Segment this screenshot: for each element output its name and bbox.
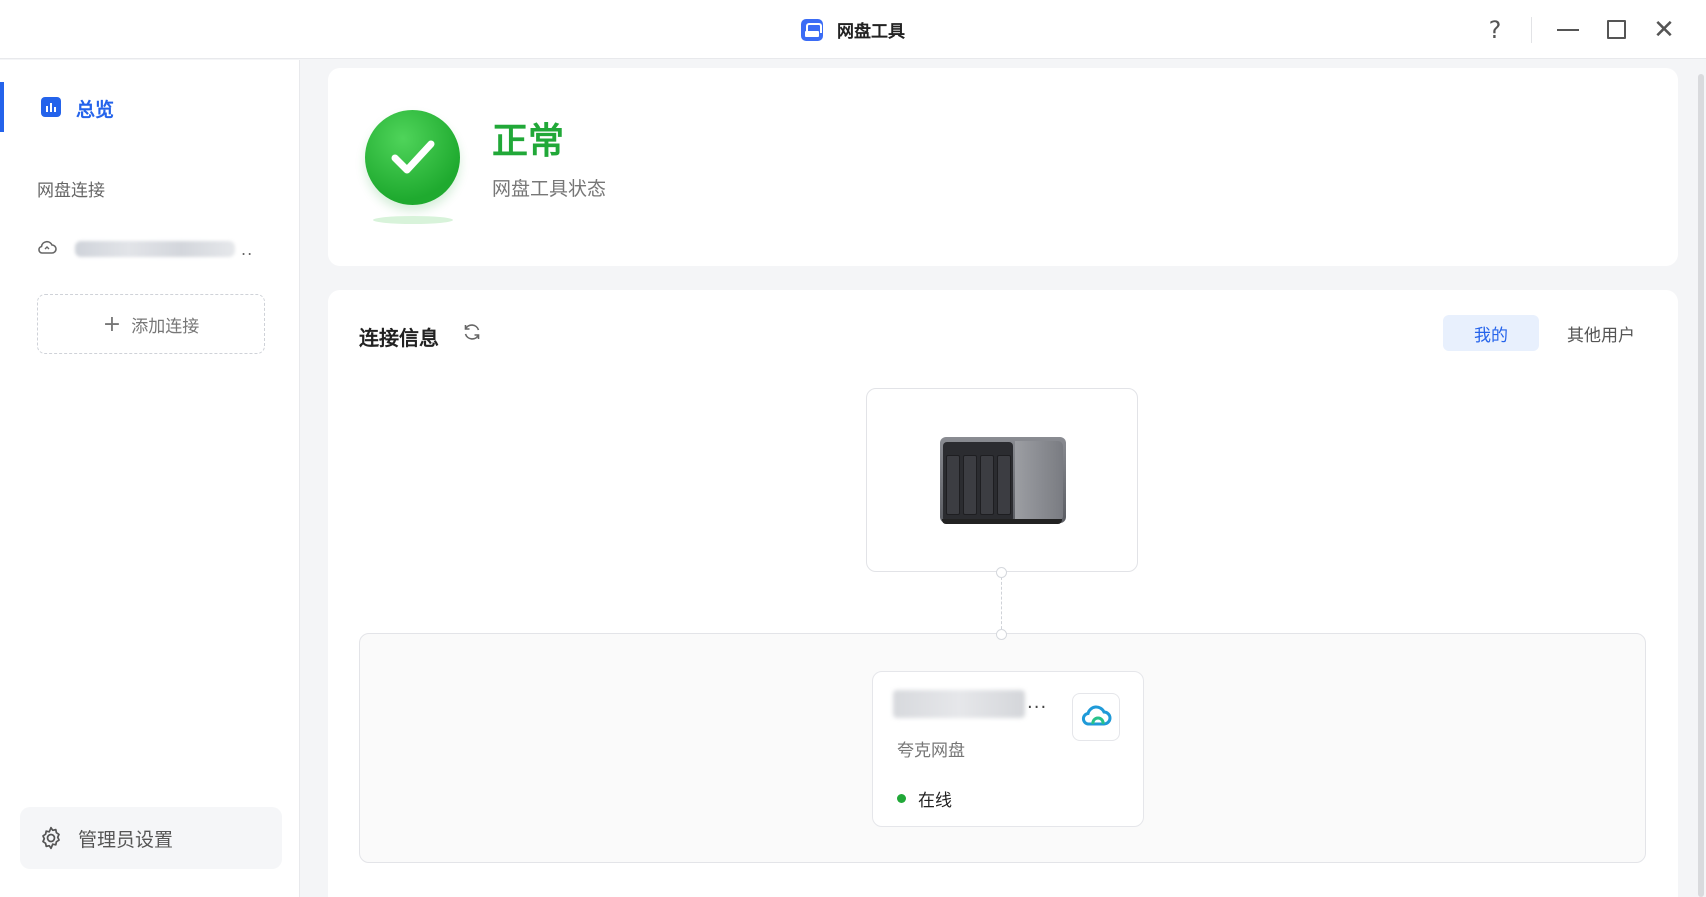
connection-name-redacted (75, 241, 235, 257)
cloud-account-ellipsis: ... (1027, 692, 1048, 713)
cloud-drive-area: ... 夸克网盘 在线 (359, 633, 1646, 863)
close-button[interactable]: ✕ (1644, 0, 1684, 59)
active-indicator (0, 82, 4, 132)
status-title: 正常 (492, 121, 565, 162)
admin-settings-button[interactable]: 管理员设置 (20, 807, 282, 869)
sidebar: 总览 网盘连接 .. + 添加连接 管理员设置 (0, 60, 300, 897)
title-bar: 网盘工具 ? ✕ (0, 0, 1706, 59)
sidebar-item-connection[interactable]: .. (37, 234, 267, 264)
window-title: 网盘工具 (837, 22, 905, 42)
sidebar-item-overview[interactable]: 总览 (0, 82, 300, 132)
connection-info-title: 连接信息 (359, 326, 439, 350)
add-connection-label: 添加连接 (131, 316, 200, 337)
check-shadow (373, 216, 453, 224)
success-check-icon (365, 110, 460, 205)
title-center: 网盘工具 (0, 0, 1706, 59)
nas-device-card (866, 388, 1138, 572)
app-drive-icon (801, 18, 823, 41)
admin-settings-label: 管理员设置 (78, 828, 174, 851)
gear-icon (42, 826, 60, 850)
close-icon: ✕ (1653, 14, 1675, 45)
minimize-icon (1557, 28, 1579, 31)
connection-info-card: 连接信息 我的 其他用户 ... 夸克网盘 在线 (328, 290, 1678, 897)
maximize-button[interactable] (1596, 0, 1636, 59)
status-card: 正常 网盘工具状态 (328, 68, 1678, 266)
help-button[interactable]: ? (1475, 0, 1515, 59)
plus-icon: + (102, 311, 122, 337)
online-status-text: 在线 (918, 791, 952, 811)
scrollbar[interactable] (1698, 74, 1704, 897)
connection-link-line (1001, 572, 1002, 634)
tab-other-users[interactable]: 其他用户 (1553, 315, 1649, 351)
online-status-dot (897, 794, 906, 803)
add-connection-button[interactable]: + 添加连接 (37, 294, 265, 354)
section-label: 网盘连接 (37, 181, 105, 201)
cloud-drive-card[interactable]: ... 夸克网盘 在线 (872, 671, 1144, 827)
cloud-provider-name: 夸克网盘 (897, 741, 965, 761)
maximize-icon (1606, 20, 1626, 39)
chart-icon (41, 97, 61, 117)
connection-name-ellipsis: .. (241, 239, 254, 259)
tab-mine[interactable]: 我的 (1443, 315, 1539, 351)
status-subtitle: 网盘工具状态 (492, 178, 607, 200)
minimize-button[interactable] (1548, 0, 1588, 59)
title-divider (1531, 17, 1532, 43)
cloud-account-name-redacted (893, 690, 1025, 718)
link-node-bottom (996, 629, 1007, 640)
refresh-icon[interactable] (462, 322, 482, 348)
sidebar-item-label: 总览 (76, 99, 115, 121)
nas-device-image (940, 433, 1066, 525)
cloud-icon (37, 239, 61, 260)
quark-cloud-icon (1072, 693, 1120, 741)
link-node-top (996, 567, 1007, 578)
